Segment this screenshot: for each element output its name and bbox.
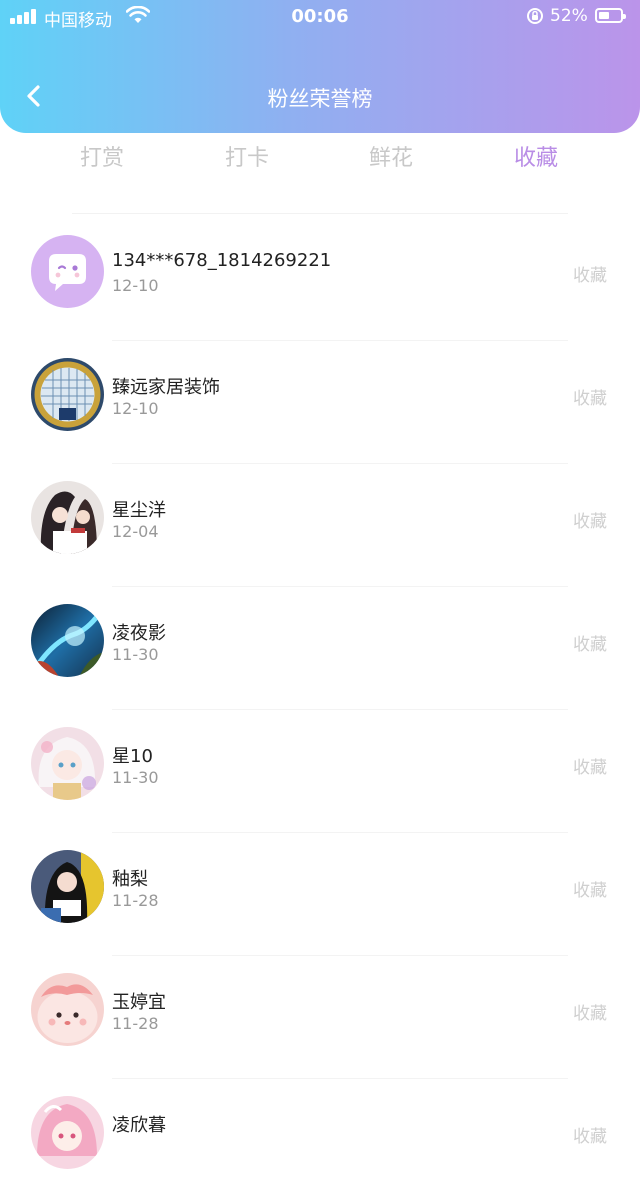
avatar [31,235,104,308]
action-label: 收藏 [573,1127,607,1147]
fan-name: 臻远家居装饰 [112,377,220,398]
avatar [31,481,104,554]
clock-time: 00:06 [291,6,349,27]
fan-date: 11-28 [112,891,159,910]
action-label: 收藏 [573,758,607,778]
battery-fill [599,12,609,19]
fan-date: 11-28 [112,1014,159,1033]
tab-favorites[interactable]: 收藏 [476,140,596,172]
avatar [31,1096,104,1169]
action-label: 收藏 [573,266,607,286]
fan-date: 12-10 [112,276,159,295]
tab-checkin[interactable]: 打卡 [187,140,307,172]
tab-reward[interactable]: 打赏 [42,140,162,172]
tab-flowers[interactable]: 鲜花 [331,140,451,172]
tab-bar: 打赏 打卡 鲜花 收藏 [30,140,610,182]
header-bar: 中国移动 00:06 52% 粉丝荣誉榜 [0,0,640,133]
fan-name: 凌欣暮 [112,1115,166,1136]
list-item[interactable]: 星尘洋 12-04 收藏 [0,464,640,587]
battery-icon [595,8,626,23]
avatar [31,850,104,923]
list-item[interactable]: 星10 11-30 收藏 [0,710,640,833]
fan-name: 玉婷宜 [112,992,166,1013]
status-bar: 中国移动 00:06 52% [0,0,640,34]
list-item[interactable]: 凌夜影 11-30 收藏 [0,587,640,710]
avatar [31,973,104,1046]
fan-date: 11-30 [112,645,159,664]
avatar [31,604,104,677]
fan-name: 星尘洋 [112,500,166,521]
fan-name: 釉梨 [112,869,148,890]
action-label: 收藏 [573,1004,607,1024]
fan-date: 12-10 [112,399,159,418]
list-item[interactable]: 釉梨 11-28 收藏 [0,833,640,956]
list-item[interactable]: 凌欣暮 收藏 [0,1079,640,1202]
list-item[interactable]: 玉婷宜 11-28 收藏 [0,956,640,1079]
fan-name: 星10 [112,746,153,767]
action-label: 收藏 [573,512,607,532]
action-label: 收藏 [573,635,607,655]
fan-name: 凌夜影 [112,623,166,644]
fan-date: 12-04 [112,522,159,541]
fan-date: 11-30 [112,768,159,787]
page-title: 粉丝荣誉榜 [267,87,373,111]
fan-name: 134***678_1814269221 [112,250,332,271]
avatar [31,358,104,431]
list-item[interactable]: 134***678_1814269221 12-10 收藏 [0,218,640,341]
rotation-lock-icon [527,8,543,24]
action-label: 收藏 [573,389,607,409]
avatar [31,727,104,800]
tab-divider [72,213,568,214]
battery-percent: 52% [550,6,588,26]
list-item[interactable]: 臻远家居装饰 12-10 收藏 [0,341,640,464]
action-label: 收藏 [573,881,607,901]
